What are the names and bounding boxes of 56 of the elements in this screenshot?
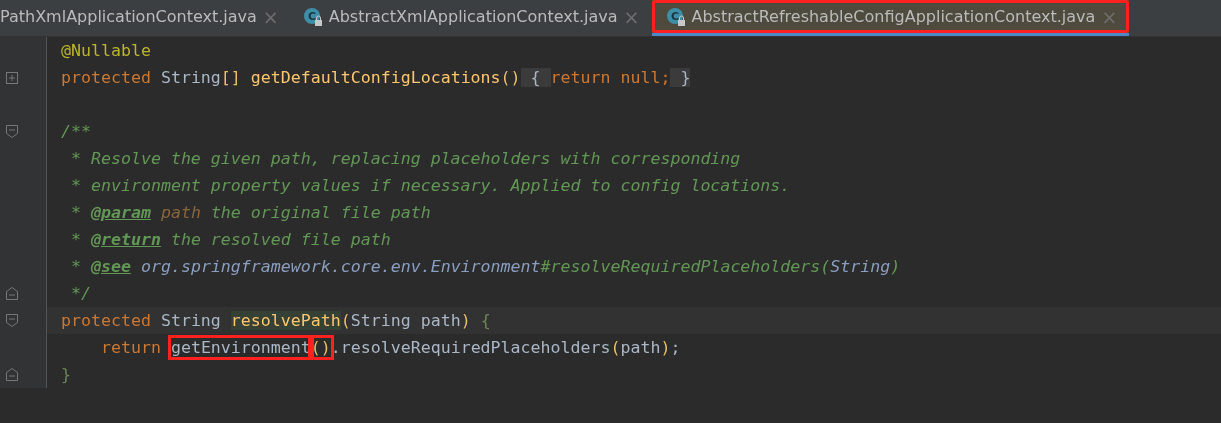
code-token: ; bbox=[670, 338, 681, 357]
code-token: path bbox=[159, 203, 201, 222]
code-token: * environment property values if necessary. Applied to config locations. bbox=[70, 176, 791, 195]
fold-expand-icon[interactable] bbox=[6, 71, 18, 84]
code-token: () bbox=[500, 68, 521, 87]
code-token: * bbox=[70, 257, 82, 276]
code-token: } bbox=[670, 68, 691, 87]
code-token: String bbox=[159, 311, 222, 330]
class-lock-icon: C bbox=[665, 6, 686, 27]
code-token: ( bbox=[340, 311, 351, 330]
code-token: ( bbox=[820, 257, 831, 276]
fold-collapse-icon[interactable] bbox=[6, 314, 18, 327]
code-token: * bbox=[70, 203, 82, 222]
fold-collapse-icon[interactable] bbox=[6, 125, 18, 138]
code-token: return bbox=[99, 338, 162, 357]
fold-end-icon[interactable] bbox=[6, 287, 18, 300]
code-token: () bbox=[310, 338, 331, 357]
code-token: String bbox=[830, 257, 891, 276]
fold-end-icon[interactable] bbox=[6, 368, 18, 381]
code-token: @param bbox=[91, 203, 151, 222]
code-token: ( bbox=[610, 338, 621, 357]
file-tab[interactable]: C AbstractRefreshableConfigApplicationContext.java × bbox=[651, 0, 1130, 36]
code-token: path bbox=[620, 338, 661, 357]
code-token: getDefaultConfigLocations bbox=[249, 68, 501, 87]
code-token: getEnvironment bbox=[170, 338, 311, 357]
code-token: ) bbox=[660, 338, 671, 357]
code-token: resolvePath bbox=[230, 311, 341, 330]
code-token: #resolveRequiredPlaceholders bbox=[540, 257, 821, 276]
code-token: [] bbox=[220, 68, 241, 87]
code-token: } bbox=[61, 365, 71, 384]
code-token: org.springframework.core.env.Environment bbox=[139, 257, 541, 276]
code-token: protected bbox=[61, 311, 151, 330]
code-token: return null; bbox=[550, 68, 671, 87]
code-token: String path bbox=[350, 311, 461, 330]
code-token: { bbox=[479, 311, 491, 330]
code-token: /** bbox=[61, 122, 91, 141]
code-token: String bbox=[159, 68, 221, 87]
class-lock-icon: C bbox=[302, 6, 323, 27]
tab-label: PathXmlApplicationContext.java bbox=[0, 7, 257, 26]
code-token: protected bbox=[61, 68, 151, 87]
code-token: the original file path bbox=[209, 203, 431, 222]
code-token: */ bbox=[70, 284, 91, 303]
tab-label: AbstractRefreshableConfigApplicationContext.java bbox=[691, 7, 1096, 26]
tab-label: AbstractXmlApplicationContext.java bbox=[328, 7, 618, 26]
code-token: @Nullable bbox=[61, 41, 151, 60]
file-tab[interactable]: C AbstractXmlApplicationContext.java × bbox=[288, 0, 652, 36]
code-token: .resolveRequiredPlaceholders bbox=[330, 338, 611, 357]
code-token: @see bbox=[91, 257, 131, 276]
code-token: * Resolve the given path, replacing placeholders with corresponding bbox=[70, 149, 741, 168]
code-token: the resolved file path bbox=[169, 230, 391, 249]
code-token: ) bbox=[890, 257, 901, 276]
code-token: ) bbox=[460, 311, 471, 330]
file-tab[interactable]: PathXmlApplicationContext.java × bbox=[0, 0, 289, 36]
code-token: @return bbox=[91, 230, 161, 249]
code-token: * bbox=[70, 230, 82, 249]
code-token: { bbox=[520, 68, 551, 87]
